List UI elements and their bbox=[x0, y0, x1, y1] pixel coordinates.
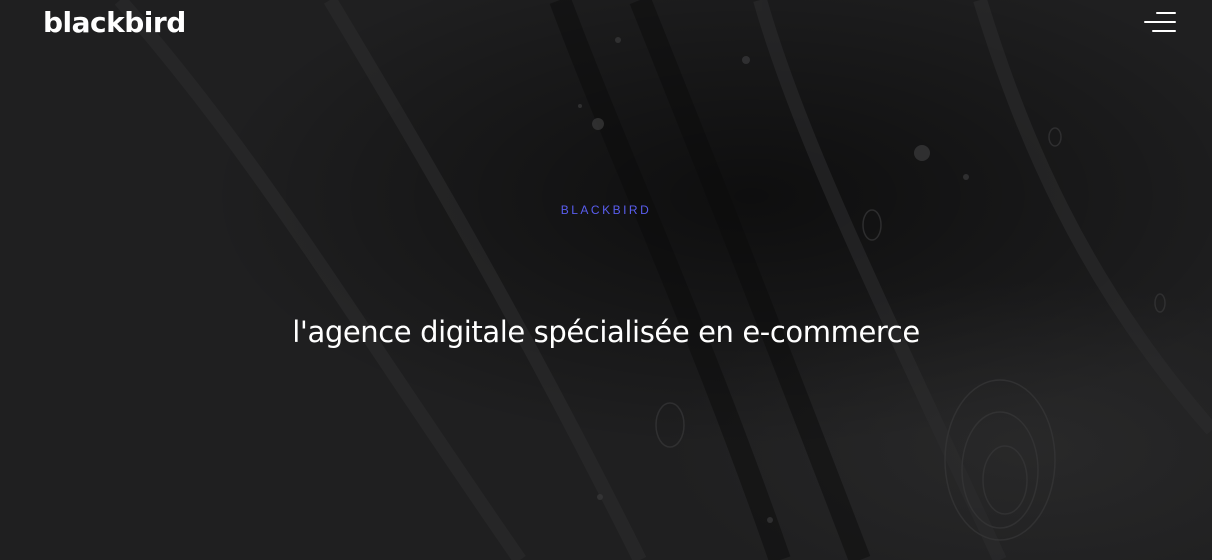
menu-line-top bbox=[1156, 12, 1176, 14]
hero-section: blackbird BLACKBIRD l'agence digitale sp… bbox=[0, 0, 1212, 560]
hamburger-menu-icon[interactable] bbox=[1140, 10, 1180, 36]
menu-line-middle bbox=[1144, 21, 1176, 23]
hero-eyebrow: BLACKBIRD bbox=[560, 203, 652, 217]
menu-line-bottom bbox=[1152, 30, 1176, 32]
blackbird-logo[interactable]: blackbird bbox=[43, 3, 186, 43]
hero-headline: l'agence digitale spécialisée en e-comme… bbox=[292, 315, 920, 349]
background-texture bbox=[0, 0, 1212, 560]
